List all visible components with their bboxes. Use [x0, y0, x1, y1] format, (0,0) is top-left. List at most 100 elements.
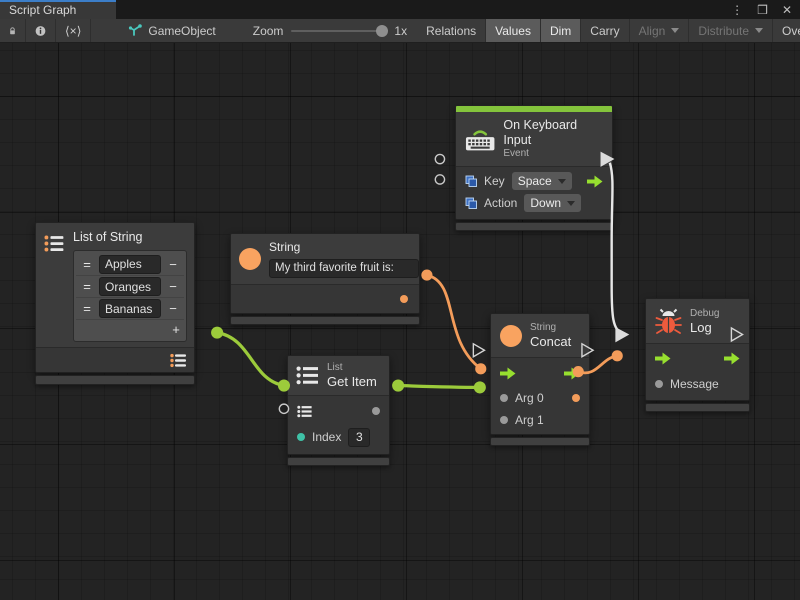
arg0-input-port[interactable] — [500, 394, 508, 402]
arg1-label: Arg 1 — [515, 413, 544, 427]
wire-list-to-getitem[interactable] — [217, 333, 284, 386]
drag-handle[interactable]: = — [79, 301, 95, 316]
tab-strip: Script Graph ⋮ ❒ ✕ — [0, 0, 800, 19]
unconnected-flow-triangle[interactable] — [473, 344, 484, 357]
message-input-port[interactable] — [655, 380, 663, 388]
chevron-down-icon — [755, 28, 763, 33]
flow-input-port[interactable] — [500, 367, 516, 380]
zoom-label: Zoom — [253, 24, 284, 38]
carry-toggle[interactable]: Carry — [581, 19, 629, 42]
zoom-control: Zoom 1x — [243, 19, 417, 42]
wire-endpoint[interactable] — [573, 366, 584, 377]
remove-item-button[interactable]: − — [165, 301, 181, 316]
unconnected-port-circle[interactable] — [435, 175, 444, 184]
flow-output-port[interactable] — [587, 175, 603, 188]
relations-toggle[interactable]: Relations — [417, 19, 486, 42]
wire-endpoint[interactable] — [211, 327, 223, 339]
dim-toggle[interactable]: Dim — [541, 19, 581, 42]
action-dropdown[interactable]: Down — [524, 194, 581, 212]
remove-item-button[interactable]: − — [165, 257, 181, 272]
wire-endpoint[interactable] — [475, 363, 486, 374]
key-dropdown[interactable]: Space — [512, 172, 572, 190]
index-input-port[interactable] — [297, 433, 305, 441]
string-type-icon — [239, 248, 261, 270]
list-item-row: = − — [76, 297, 184, 319]
list-icon — [296, 365, 320, 386]
gameobject-reference[interactable]: GameObject — [119, 19, 224, 42]
node-concat[interactable]: String Concat — [490, 313, 590, 446]
node-footer — [35, 375, 195, 385]
flow-wire-arrowhead[interactable] — [615, 327, 629, 342]
list-input-port[interactable] — [297, 405, 312, 418]
flow-output-port[interactable] — [724, 352, 740, 365]
arg1-input-port[interactable] — [500, 416, 508, 424]
key-port-label: Key — [484, 174, 505, 188]
list-item-input[interactable] — [99, 255, 161, 274]
node-footer — [287, 457, 390, 466]
string-output-port[interactable] — [400, 295, 408, 303]
close-icon[interactable]: ✕ — [782, 3, 792, 17]
info-button[interactable] — [26, 19, 56, 42]
align-menu[interactable]: Align — [630, 19, 690, 42]
lock-button[interactable] — [0, 19, 26, 42]
values-toggle[interactable]: Values — [486, 19, 541, 42]
distribute-menu[interactable]: Distribute — [689, 19, 773, 42]
add-item-button[interactable]: + — [168, 322, 184, 337]
overview-button[interactable]: Overview — [773, 19, 800, 42]
wire-endpoint[interactable] — [612, 350, 623, 361]
node-on-keyboard-input[interactable]: On Keyboard Input Event Key Space — [455, 105, 613, 231]
align-label: Align — [639, 24, 666, 38]
kebab-menu-icon[interactable]: ⋮ — [731, 3, 743, 17]
node-title: String — [269, 240, 419, 255]
graph-canvas[interactable]: On Keyboard Input Event Key Space — [0, 43, 800, 600]
graph-reference-icon — [128, 24, 142, 37]
node-footer — [230, 316, 420, 325]
chevron-down-icon — [567, 201, 575, 206]
graph-toolbar: ⟨×⟩ GameObject Zoom 1x Relations Values — [0, 19, 800, 43]
code-view-button[interactable]: ⟨×⟩ — [56, 19, 91, 42]
node-string-literal[interactable]: String — [230, 233, 420, 325]
enum-icon — [465, 175, 477, 187]
node-list-of-string[interactable]: List of String = − = − — [35, 222, 195, 385]
chevron-down-icon — [671, 28, 679, 33]
wire-getitem-to-concat[interactable] — [398, 386, 480, 388]
toolbar-gap — [91, 19, 119, 42]
unconnected-port-circle[interactable] — [435, 154, 444, 163]
remove-item-button[interactable]: − — [165, 279, 181, 294]
list-item-row: = − — [76, 253, 184, 275]
string-value-input[interactable] — [269, 259, 419, 278]
list-item-input[interactable] — [99, 299, 161, 318]
unity-script-graph-window: Script Graph ⋮ ❒ ✕ ⟨×⟩ — [0, 0, 800, 600]
index-value-input[interactable] — [348, 428, 370, 447]
list-output-port[interactable] — [170, 353, 187, 368]
wire-endpoint[interactable] — [392, 380, 404, 392]
drag-handle[interactable]: = — [79, 257, 95, 272]
flow-input-port[interactable] — [655, 352, 671, 365]
list-item-row: = − — [76, 275, 184, 297]
item-output-port[interactable] — [372, 407, 380, 415]
result-output-port[interactable] — [572, 394, 580, 402]
enum-icon — [465, 197, 477, 209]
wire-endpoint[interactable] — [278, 380, 290, 392]
node-title: Log — [690, 320, 719, 335]
node-category: String — [530, 322, 571, 334]
list-item-input[interactable] — [99, 277, 161, 296]
node-get-item[interactable]: List Get Item — [287, 355, 390, 466]
wire-flow-keyboard-to-log[interactable] — [610, 163, 623, 334]
wire-endpoint[interactable] — [421, 270, 432, 281]
node-footer — [645, 403, 750, 412]
list-editor: = − = − = — [73, 250, 187, 342]
chevron-down-icon — [558, 179, 566, 184]
zoom-slider[interactable] — [291, 30, 386, 32]
keyboard-icon — [465, 127, 495, 152]
arg0-label: Arg 0 — [515, 391, 544, 405]
node-category: Event — [503, 148, 603, 160]
maximize-icon[interactable]: ❒ — [757, 3, 768, 17]
drag-handle[interactable]: = — [79, 279, 95, 294]
zoom-slider-handle[interactable] — [376, 25, 388, 37]
action-dropdown-value: Down — [530, 196, 561, 210]
wire-endpoint[interactable] — [474, 381, 486, 393]
node-debug-log[interactable]: Debug Log — [645, 298, 750, 412]
tab-script-graph[interactable]: Script Graph — [0, 0, 116, 19]
string-type-icon — [500, 325, 522, 347]
